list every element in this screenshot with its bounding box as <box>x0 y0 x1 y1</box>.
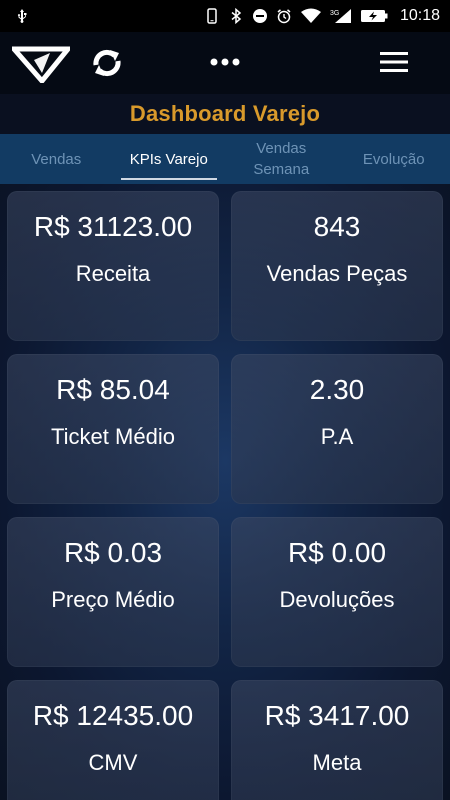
kpi-card-preco-medio[interactable]: R$ 0.03 Preço Médio <box>7 517 219 667</box>
svg-text:3G: 3G <box>330 10 339 17</box>
tab-vendas-semana[interactable]: Vendas Semana <box>225 134 338 184</box>
tab-evolucao[interactable]: Evolução <box>338 134 450 184</box>
refresh-icon[interactable] <box>88 44 126 82</box>
kpi-value: R$ 85.04 <box>56 374 170 405</box>
kpi-label: Vendas Peças <box>266 261 408 286</box>
kpi-card-pa[interactable]: 2.30 P.A <box>231 354 443 504</box>
kpi-card-devolucoes[interactable]: R$ 0.00 Devoluções <box>231 517 443 667</box>
dnd-icon <box>252 9 267 23</box>
title-bar: Dashboard Varejo <box>0 94 450 134</box>
tab-label: Evolução <box>362 150 425 168</box>
kpi-label: CMV <box>88 750 138 775</box>
kpi-content: R$ 31123.00 Receita 843 Vendas Peças R$ … <box>0 184 450 800</box>
app-bar <box>0 32 450 94</box>
kpi-value: 2.30 <box>309 374 365 405</box>
kpi-value: R$ 12435.00 <box>32 700 194 731</box>
hamburger-menu-icon[interactable] <box>378 50 410 74</box>
battery-charging-icon <box>360 10 388 22</box>
tab-vendas[interactable]: Vendas <box>0 134 113 184</box>
kpi-value: R$ 0.00 <box>287 537 387 568</box>
kpi-label: P.A <box>320 424 354 449</box>
kpi-label: Devoluções <box>279 587 395 612</box>
phone-icon <box>207 8 217 24</box>
kpi-card-receita[interactable]: R$ 31123.00 Receita <box>7 191 219 341</box>
kpi-card-meta[interactable]: R$ 3417.00 Meta <box>231 680 443 800</box>
kpi-label: Meta <box>312 750 362 775</box>
more-dots-icon[interactable] <box>210 52 240 72</box>
kpi-value: R$ 0.03 <box>63 537 163 568</box>
kpi-value: 843 <box>313 211 361 242</box>
page-title: Dashboard Varejo <box>129 101 321 126</box>
tab-label: KPIs Varejo <box>129 150 208 168</box>
kpi-card-ticket-medio[interactable]: R$ 85.04 Ticket Médio <box>7 354 219 504</box>
usb-icon <box>18 9 27 23</box>
kpi-card-vendas-pecas[interactable]: 843 Vendas Peças <box>231 191 443 341</box>
kpi-grid: R$ 31123.00 Receita 843 Vendas Peças R$ … <box>7 191 443 800</box>
kpi-label: Ticket Médio <box>51 424 175 449</box>
signal-icon: 3G <box>330 9 351 23</box>
kpi-label: Preço Médio <box>51 587 175 612</box>
kpi-value: R$ 31123.00 <box>33 211 193 242</box>
bluetooth-icon <box>231 8 242 24</box>
alarm-icon <box>277 9 291 24</box>
kpi-label: Receita <box>75 261 151 286</box>
wifi-icon <box>300 8 321 23</box>
tab-label: Vendas Semana <box>253 140 310 178</box>
kpi-value: R$ 3417.00 <box>264 700 410 731</box>
tab-bar: Vendas KPIs Varejo Vendas Semana Evoluçã… <box>0 134 450 184</box>
clock: 10:18 <box>399 7 440 24</box>
kpi-card-cmv[interactable]: R$ 12435.00 CMV <box>7 680 219 800</box>
logo-icon[interactable] <box>12 43 70 83</box>
tab-kpis-varejo[interactable]: KPIs Varejo <box>113 134 226 184</box>
status-bar: 3G 10:18 <box>0 0 450 32</box>
tab-label: Vendas <box>31 150 82 168</box>
